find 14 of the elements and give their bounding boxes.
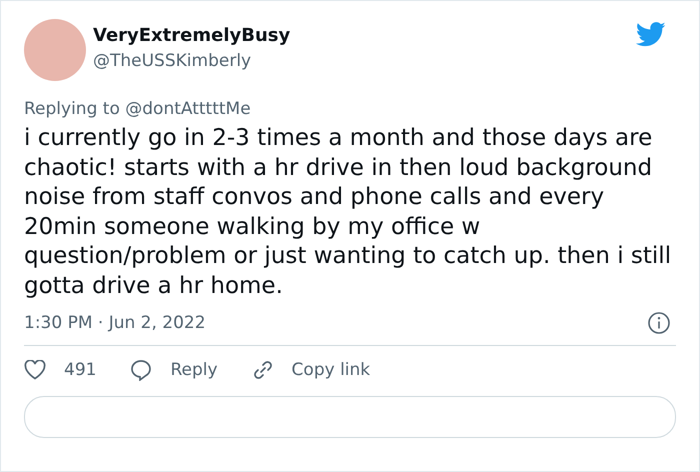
action-label[interactable]: 491	[64, 360, 96, 380]
action-label[interactable]: Reply	[170, 360, 218, 380]
author-handle[interactable]: @TheUSSKimberly	[93, 48, 636, 74]
bird-icon[interactable]	[636, 22, 666, 47]
mention-link[interactable]: @dontAtttttMe	[125, 99, 251, 119]
replying-to-text: Replying to @dontAtttttMe	[24, 99, 252, 119]
speech-bubble-icon[interactable]	[130, 359, 152, 381]
heart-icon[interactable]	[24, 360, 46, 380]
timestamp[interactable]: 1:30 PM · Jun 2, 2022	[24, 313, 206, 333]
tweet-text: i currently go in 2-3 times a month and those days are chaotic! starts with a hr drive in then loud background noise from staff convos and phone calls and every 20min someone walking by my office w question/problem or just wanting to catch up. then i still gotta drive a hr home.	[24, 124, 672, 300]
info-icon[interactable]	[647, 311, 671, 335]
link-icon[interactable]	[252, 359, 274, 381]
author-name[interactable]: VeryExtremelyBusy	[93, 24, 636, 48]
action-label[interactable]: Copy link	[292, 360, 370, 380]
